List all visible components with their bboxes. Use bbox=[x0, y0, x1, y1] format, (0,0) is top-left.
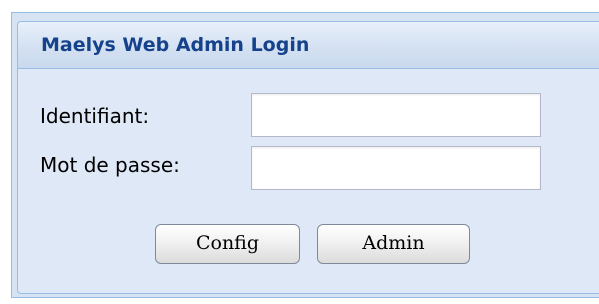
admin-button[interactable]: Admin bbox=[317, 224, 470, 264]
password-label: Mot de passe: bbox=[40, 153, 180, 177]
panel-title: Maelys Web Admin Login bbox=[41, 34, 310, 56]
panel-header: Maelys Web Admin Login bbox=[18, 22, 599, 69]
password-input[interactable] bbox=[251, 146, 541, 190]
config-button[interactable]: Config bbox=[155, 224, 300, 264]
login-panel: Maelys Web Admin Login Identifiant: Mot … bbox=[17, 21, 599, 294]
username-label: Identifiant: bbox=[40, 104, 150, 128]
username-input[interactable] bbox=[251, 93, 541, 137]
